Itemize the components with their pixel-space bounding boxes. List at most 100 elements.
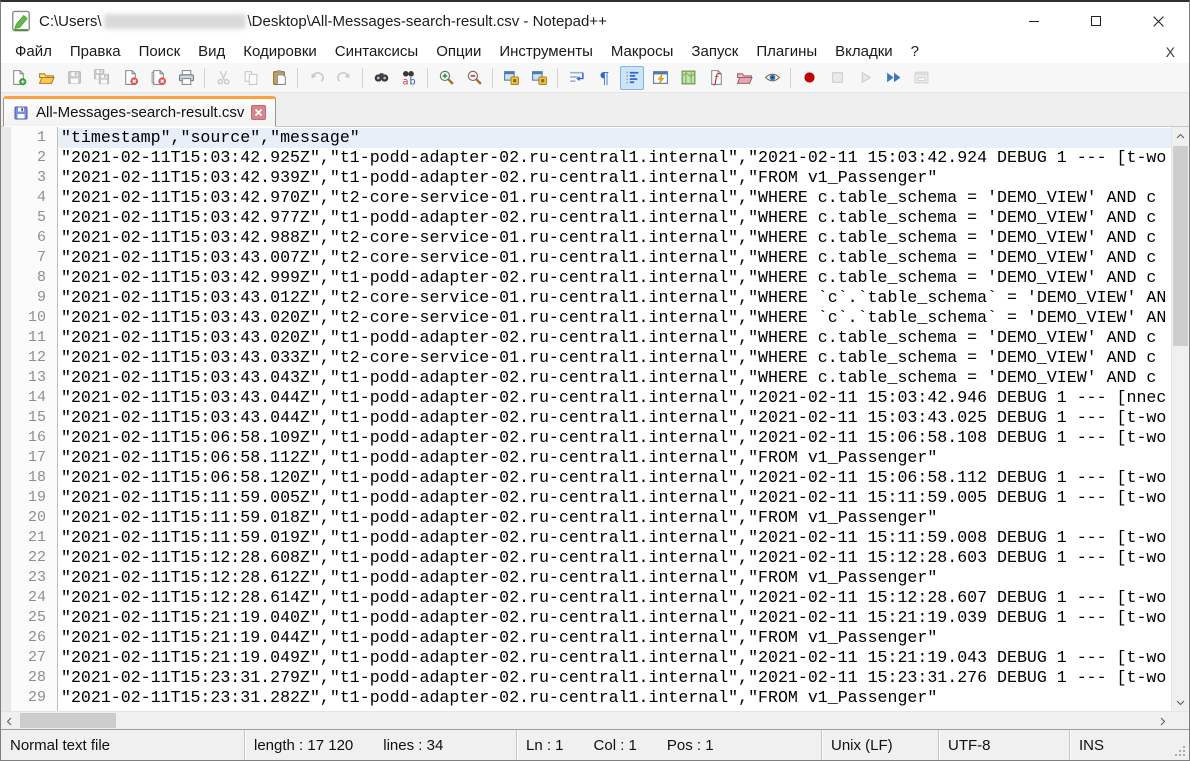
menu-item-вкладки[interactable]: Вкладки [826,41,902,62]
print-button[interactable] [174,66,198,90]
editor-line-6[interactable]: "2021-02-11T15:03:42.988Z","t2-core-serv… [61,228,1171,248]
vertical-scrollbar[interactable] [1171,127,1189,711]
editor-line-28[interactable]: "2021-02-11T15:23:31.279Z","t1-podd-adap… [61,668,1171,688]
editor-line-16[interactable]: "2021-02-11T15:06:58.109Z","t1-podd-adap… [61,428,1171,448]
tab-close-button[interactable] [251,105,266,120]
editor-line-7[interactable]: "2021-02-11T15:03:43.007Z","t2-core-serv… [61,248,1171,268]
sync-scroll-vertical-button[interactable] [499,66,523,90]
editor-line-9[interactable]: "2021-02-11T15:03:43.012Z","t2-core-serv… [61,288,1171,308]
menu-item-опции[interactable]: Опции [427,41,490,62]
editor-line-14[interactable]: "2021-02-11T15:03:43.044Z","t1-podd-adap… [61,388,1171,408]
undo-icon [308,69,325,86]
zoom-in-button[interactable] [434,66,458,90]
editor-line-24[interactable]: "2021-02-11T15:12:28.614Z","t1-podd-adap… [61,588,1171,608]
zoom-out-icon [466,69,483,86]
show-all-characters-button[interactable]: ¶ [592,66,616,90]
svg-text:¶: ¶ [599,69,609,86]
function-list-button[interactable]: f [704,66,728,90]
text-content[interactable]: "timestamp","source","message""2021-02-1… [58,127,1171,711]
sync-scroll-horizontal-button[interactable] [527,66,551,90]
menu-item-синтаксисы[interactable]: Синтаксисы [326,41,427,62]
editor-line-26[interactable]: "2021-02-11T15:21:19.044Z","t1-podd-adap… [61,628,1171,648]
save-all-button[interactable] [90,66,114,90]
cut-button[interactable] [211,66,235,90]
maximize-button[interactable] [1065,2,1127,40]
editor-line-27[interactable]: "2021-02-11T15:21:19.049Z","t1-podd-adap… [61,648,1171,668]
find-button[interactable] [369,66,393,90]
close-all-button[interactable] [146,66,170,90]
menu-item-?[interactable]: ? [902,41,928,62]
scroll-left-arrow[interactable] [1,712,17,730]
new-file-button[interactable] [6,66,30,90]
menu-item-файл[interactable]: Файл [6,41,61,62]
menu-item-макросы[interactable]: Макросы [602,41,683,62]
editor-line-11[interactable]: "2021-02-11T15:03:43.020Z","t1-podd-adap… [61,328,1171,348]
menu-item-кодировки[interactable]: Кодировки [234,41,325,62]
horizontal-scrollbar[interactable] [1,712,1171,729]
new-file-icon [10,69,27,86]
horizontal-scroll-thumb[interactable] [20,713,116,728]
editor-line-18[interactable]: "2021-02-11T15:06:58.120Z","t1-podd-adap… [61,468,1171,488]
macro-play-button[interactable] [853,66,877,90]
copy-button[interactable] [239,66,263,90]
menu-item-поиск[interactable]: Поиск [130,41,190,62]
tab-all-messages-search-result[interactable]: All-Messages-search-result.csv [3,96,276,127]
editor-line-2[interactable]: "2021-02-11T15:03:42.925Z","t1-podd-adap… [61,148,1171,168]
macro-save-button[interactable] [909,66,933,90]
line-number: 11 [1,328,57,348]
editor-line-17[interactable]: "2021-02-11T15:06:58.112Z","t1-podd-adap… [61,448,1171,468]
line-number-margin[interactable]: 1234567891011121314151617181920212223242… [1,127,58,711]
menu-item-запуск[interactable]: Запуск [682,41,747,62]
zoom-out-button[interactable] [462,66,486,90]
close-button[interactable] [1127,2,1189,40]
editor-line-5[interactable]: "2021-02-11T15:03:42.977Z","t1-podd-adap… [61,208,1171,228]
redacted-username [104,14,246,29]
scroll-down-arrow[interactable] [1172,694,1188,711]
macro-run-multiple-button[interactable] [881,66,905,90]
macro-stop-icon [829,69,846,86]
open-file-button[interactable] [34,66,58,90]
menu-item-инструменты[interactable]: Инструменты [490,41,602,62]
document-map-button[interactable] [676,66,700,90]
scroll-up-arrow[interactable] [1172,127,1188,144]
vertical-scroll-thumb[interactable] [1173,146,1188,346]
menu-item-плагины[interactable]: Плагины [747,41,826,62]
editor-line-15[interactable]: "2021-02-11T15:03:43.044Z","t1-podd-adap… [61,408,1171,428]
menubar-close-document-button[interactable]: X [1152,44,1189,60]
editor-line-21[interactable]: "2021-02-11T15:11:59.019Z","t1-podd-adap… [61,528,1171,548]
editor-line-8[interactable]: "2021-02-11T15:03:42.999Z","t1-podd-adap… [61,268,1171,288]
editor-line-3[interactable]: "2021-02-11T15:03:42.939Z","t1-podd-adap… [61,168,1171,188]
editor-line-1[interactable]: "timestamp","source","message" [58,128,1171,148]
editor-line-29[interactable]: "2021-02-11T15:23:31.282Z","t1-podd-adap… [61,688,1171,708]
minimize-button[interactable] [1003,2,1065,40]
menu-item-правка[interactable]: Правка [61,41,130,62]
resize-grip-icon[interactable] [1174,745,1187,758]
close-file-button[interactable] [118,66,142,90]
replace-button[interactable]: ab [397,66,421,90]
editor-line-12[interactable]: "2021-02-11T15:03:43.033Z","t2-core-serv… [61,348,1171,368]
editor-line-13[interactable]: "2021-02-11T15:03:43.043Z","t1-podd-adap… [61,368,1171,388]
menu-item-вид[interactable]: Вид [189,41,234,62]
status-insert-mode[interactable]: INS [1069,730,1189,760]
replace-icon: ab [401,69,418,86]
editor-line-19[interactable]: "2021-02-11T15:11:59.005Z","t1-podd-adap… [61,488,1171,508]
editor-line-23[interactable]: "2021-02-11T15:12:28.612Z","t1-podd-adap… [61,568,1171,588]
paste-button[interactable] [267,66,291,90]
macro-stop-button[interactable] [825,66,849,90]
redo-button[interactable] [332,66,356,90]
monitoring-button[interactable] [760,66,784,90]
user-defined-dialog-button[interactable] [648,66,672,90]
line-number: 20 [1,508,57,528]
save-button[interactable] [62,66,86,90]
folder-as-workspace-button[interactable] [732,66,756,90]
undo-button[interactable] [304,66,328,90]
show-indent-guide-button[interactable] [620,66,644,90]
word-wrap-button[interactable] [564,66,588,90]
editor-line-25[interactable]: "2021-02-11T15:21:19.040Z","t1-podd-adap… [61,608,1171,628]
editor-line-10[interactable]: "2021-02-11T15:03:43.020Z","t2-core-serv… [61,308,1171,328]
editor-line-22[interactable]: "2021-02-11T15:12:28.608Z","t1-podd-adap… [61,548,1171,568]
scroll-right-arrow[interactable] [1155,712,1171,730]
editor-line-4[interactable]: "2021-02-11T15:03:42.970Z","t2-core-serv… [61,188,1171,208]
editor-line-20[interactable]: "2021-02-11T15:11:59.018Z","t1-podd-adap… [61,508,1171,528]
macro-record-button[interactable] [797,66,821,90]
